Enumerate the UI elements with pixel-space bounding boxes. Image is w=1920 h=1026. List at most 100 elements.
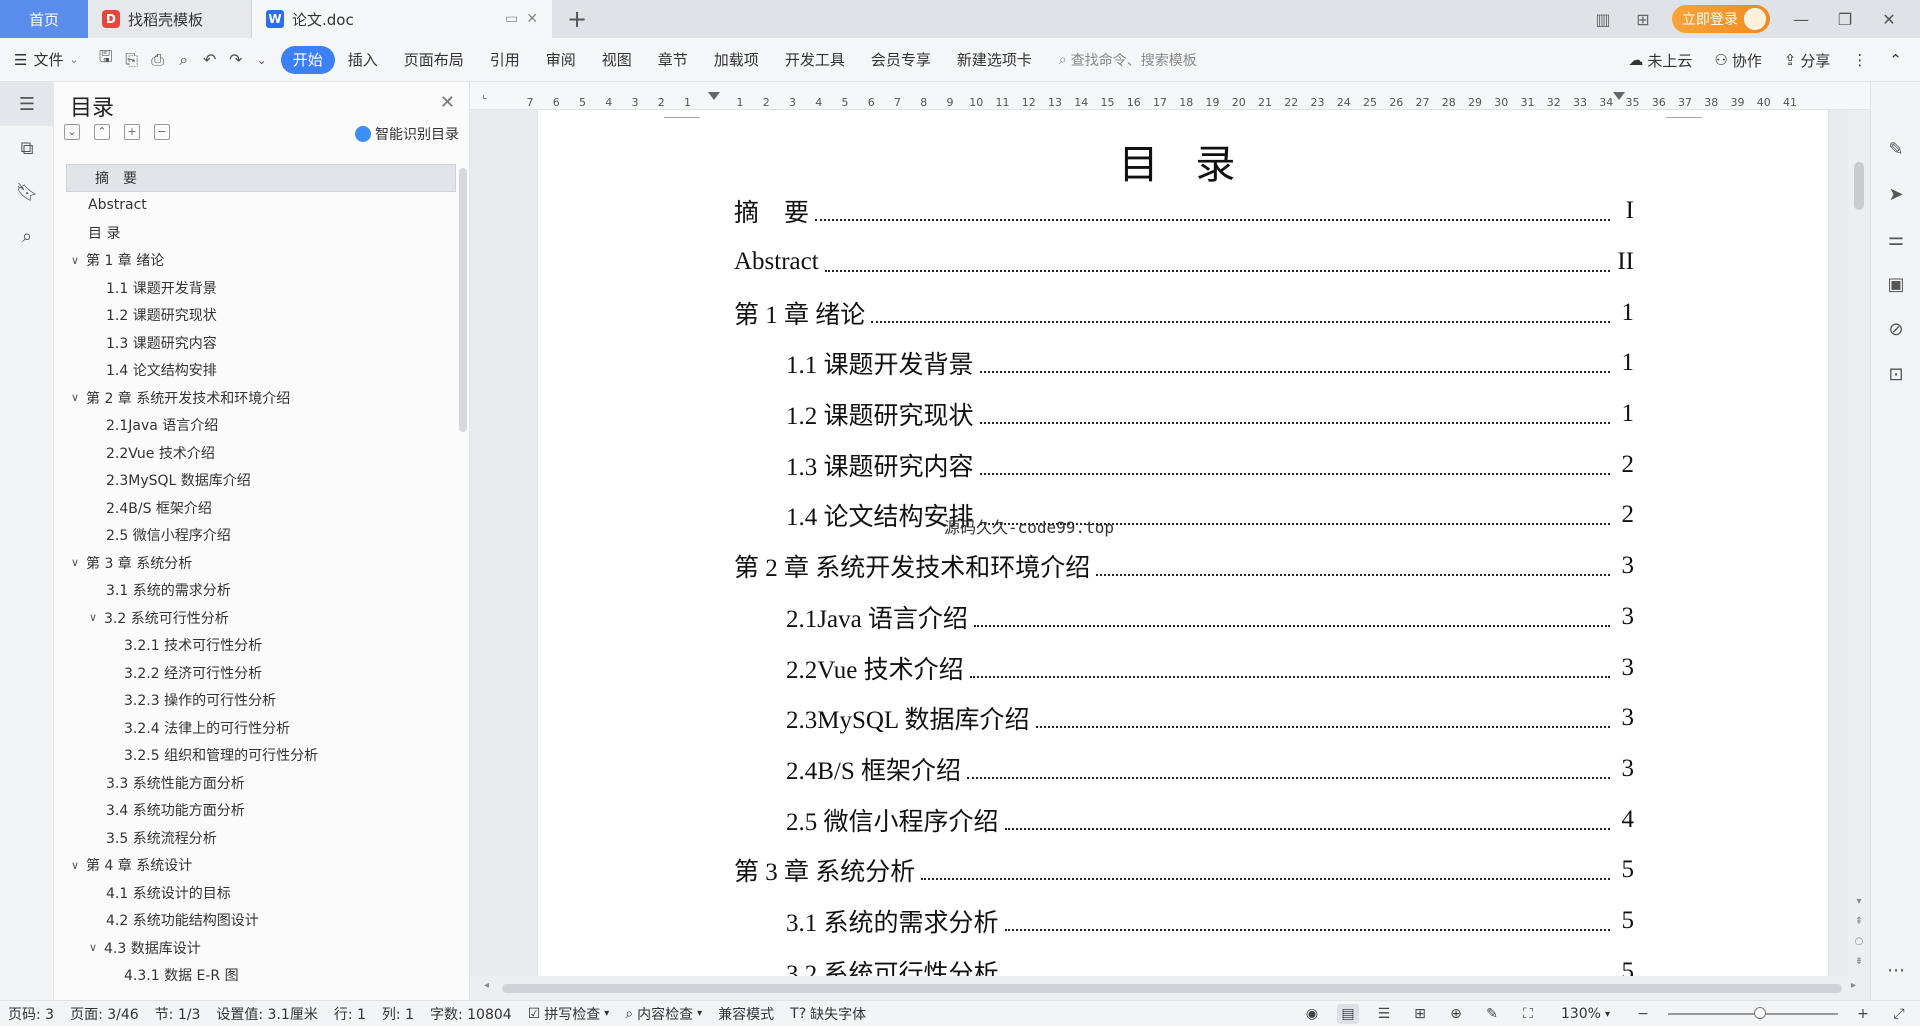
toc-entry[interactable]: 第 2 章 系统开发技术和环境介绍 3 xyxy=(734,541,1634,592)
toc-entry[interactable]: 1.3 课题研究内容 2 xyxy=(734,439,1634,490)
nav-item[interactable]: 3.3 系统性能方面分析 xyxy=(66,769,456,797)
status-words[interactable]: 字数: 10804 xyxy=(422,1004,520,1024)
document-vertical-scrollbar[interactable]: ▾ ⇞ ○ ⇟ xyxy=(1848,110,1870,976)
ribbon-tab[interactable]: 审阅 xyxy=(533,46,589,74)
new-tab-button[interactable]: + xyxy=(552,0,602,38)
nav-item[interactable]: 4.3.1 数据 E-R 图 xyxy=(66,962,456,984)
outline-view-icon[interactable]: ☰ xyxy=(1373,1004,1395,1024)
ribbon-tab[interactable]: 页面布局 xyxy=(391,46,477,74)
ribbon-tab[interactable]: 开发工具 xyxy=(772,46,858,74)
tab-home[interactable]: 首页 xyxy=(0,0,88,38)
nav-item[interactable]: ∨ 第 4 章 系统设计 xyxy=(66,852,456,880)
nav-item[interactable]: 2.3MySQL 数据库介绍 xyxy=(66,467,456,495)
nav-item[interactable]: ∨ 第 1 章 绪论 xyxy=(66,247,456,275)
status-page[interactable]: 页面: 3/46 xyxy=(62,1004,147,1024)
tab-stop-icon[interactable]: ⌞ xyxy=(482,88,487,101)
share-button[interactable]: ⇪ 分享 xyxy=(1784,50,1831,71)
pen-icon[interactable]: ✎ xyxy=(1871,127,1920,172)
nav-item[interactable]: 1.2 课题研究现状 xyxy=(66,302,456,330)
toc-entry[interactable]: 2.2Vue 技术介绍 3 xyxy=(734,642,1634,693)
vertical-scroll-thumb[interactable] xyxy=(1854,162,1864,210)
layout-icon[interactable]: ▥ xyxy=(1592,10,1614,29)
nav-item[interactable]: 3.1 系统的需求分析 xyxy=(66,577,456,605)
toc-entry[interactable]: 3.2 系统可行性分析 5 xyxy=(734,946,1634,976)
nav-scrollbar[interactable] xyxy=(459,168,467,432)
nav-item[interactable]: 摘 要 xyxy=(66,164,456,192)
reading-view-icon[interactable]: ⊞ xyxy=(1409,1004,1431,1024)
find-icon[interactable]: ⌕ xyxy=(0,214,54,258)
nav-close-icon[interactable]: ✕ xyxy=(440,92,455,113)
nav-item[interactable]: 2.4B/S 框架介绍 xyxy=(66,494,456,522)
toc-entry[interactable]: 2.1Java 语言介绍 3 xyxy=(734,592,1634,643)
collapse-all-icon[interactable]: ⌃ xyxy=(94,124,110,140)
ribbon-tab[interactable]: 引用 xyxy=(477,46,533,74)
login-button[interactable]: 立即登录 xyxy=(1672,5,1770,33)
cloud-status-button[interactable]: ☁ 未上云 xyxy=(1628,50,1692,71)
chevron-down-icon[interactable]: ∨ xyxy=(68,556,82,569)
toc-entry[interactable]: 1.1 课题开发背景 1 xyxy=(734,338,1634,389)
zoom-slider[interactable] xyxy=(1668,1007,1838,1019)
minimize-icon[interactable]: — xyxy=(1788,10,1814,29)
annotate-icon[interactable]: ✎ xyxy=(1481,1004,1503,1024)
tab-template[interactable]: D 找稻壳模板 xyxy=(88,0,252,38)
horizontal-scroll-thumb[interactable] xyxy=(502,984,1842,993)
content-check-button[interactable]: ⌕ 内容检查 ▾ xyxy=(617,1004,710,1024)
toc-entry[interactable]: Abstract II xyxy=(734,237,1634,288)
toc-entry[interactable]: 第 1 章 绪论 1 xyxy=(734,287,1634,338)
nav-item[interactable]: 目 录 xyxy=(66,219,456,247)
scroll-right-icon[interactable]: ▸ xyxy=(1851,980,1856,991)
image-tool-icon[interactable]: ▣ xyxy=(1871,262,1920,307)
zoom-slider-knob[interactable] xyxy=(1754,1007,1766,1019)
zoom-out-icon[interactable]: − xyxy=(1632,1004,1654,1024)
nav-item[interactable]: 4.1 系统设计的目标 xyxy=(66,879,456,907)
pin-icon[interactable]: ▭ xyxy=(505,11,518,27)
next-page-icon[interactable]: ⇟ xyxy=(1848,956,1870,967)
nav-item[interactable]: 3.2.4 法律上的可行性分析 xyxy=(66,714,456,742)
nav-item[interactable]: 3.2.3 操作的可行性分析 xyxy=(66,687,456,715)
add-heading-icon[interactable]: + xyxy=(124,124,140,140)
save-icon[interactable]: 🖫 xyxy=(93,47,119,73)
nav-item[interactable]: 2.1Java 语言介绍 xyxy=(66,412,456,440)
ribbon-tab[interactable]: 章节 xyxy=(645,46,701,74)
scroll-left-icon[interactable]: ◂ xyxy=(484,980,489,991)
chevron-down-icon[interactable]: ∨ xyxy=(68,859,82,872)
chevron-down-icon[interactable]: ∨ xyxy=(68,254,82,267)
restore-icon[interactable]: ❐ xyxy=(1832,10,1858,29)
nav-item[interactable]: 3.5 系统流程分析 xyxy=(66,824,456,852)
nav-item[interactable]: ∨ 3.2 系统可行性分析 xyxy=(66,604,456,632)
document-page[interactable]: 目 录 摘 要 I Abstract II 第 1 章 绪论 1 1.1 课题开发背景 1 1.… xyxy=(538,110,1828,976)
toc-entry[interactable]: 2.5 微信小程序介绍 4 xyxy=(734,794,1634,845)
nav-item[interactable]: 3.2.1 技术可行性分析 xyxy=(66,632,456,660)
toc-entry[interactable]: 第 3 章 系统分析 5 xyxy=(734,845,1634,896)
command-search[interactable]: ⌕ 查找命令、搜索模板 xyxy=(1059,50,1197,70)
toc-panel-icon[interactable]: ☰ xyxy=(0,82,54,126)
nav-item[interactable]: 2.2Vue 技术介绍 xyxy=(66,439,456,467)
print-icon[interactable]: ⎙ xyxy=(145,47,171,73)
toc-entry[interactable]: 摘 要I xyxy=(734,186,1634,237)
bookmark-icon[interactable]: 🔖︎ xyxy=(0,170,54,214)
ribbon-tab[interactable]: 开始 xyxy=(280,45,335,74)
chevron-down-icon[interactable]: ∨ xyxy=(86,941,100,954)
more-options-icon[interactable]: ⋮ xyxy=(1852,51,1867,69)
nav-item[interactable]: 3.4 系统功能方面分析 xyxy=(66,797,456,825)
expand-all-icon[interactable]: ⌄ xyxy=(64,124,80,140)
chapter-nav-icon[interactable]: ⧉ xyxy=(0,126,54,170)
zoom-level[interactable]: 130% ▾ xyxy=(1553,1006,1618,1022)
nav-item[interactable]: 2.5 微信小程序介绍 xyxy=(66,522,456,550)
chevron-down-icon[interactable]: ∨ xyxy=(68,391,82,404)
adjust-icon[interactable]: ⚌ xyxy=(1871,217,1920,262)
eye-protection-icon[interactable]: ◉ xyxy=(1301,1004,1323,1024)
ribbon-tab[interactable]: 视图 xyxy=(589,46,645,74)
apps-grid-icon[interactable]: ⊞ xyxy=(1632,10,1654,29)
more-chevron-icon[interactable]: ⌄ xyxy=(249,47,275,73)
ribbon-tab[interactable]: 新建选项卡 xyxy=(944,46,1045,74)
toc-entry[interactable]: 3.1 系统的需求分析 5 xyxy=(734,896,1634,947)
close-icon[interactable]: ✕ xyxy=(526,11,538,27)
smart-toc-button[interactable]: 智能识别目录 xyxy=(355,124,459,144)
nav-item[interactable]: 4.2 系统功能结构图设计 xyxy=(66,907,456,935)
remove-heading-icon[interactable]: − xyxy=(154,124,170,140)
compass-icon[interactable]: ⊘ xyxy=(1871,307,1920,352)
ribbon-tab[interactable]: 会员专享 xyxy=(858,46,944,74)
select-browse-icon[interactable]: ○ xyxy=(1848,936,1870,947)
zoom-in-icon[interactable]: + xyxy=(1852,1004,1874,1024)
